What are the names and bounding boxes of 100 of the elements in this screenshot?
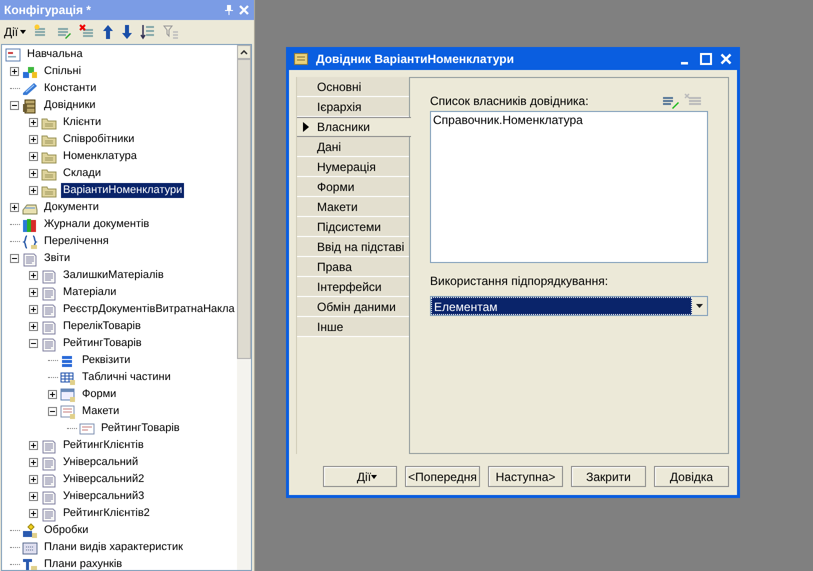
expand-icon[interactable] bbox=[48, 390, 57, 399]
subordination-label: Використання підпорядкування: bbox=[430, 273, 610, 290]
table-icon bbox=[60, 370, 76, 386]
dialog-button[interactable]: Довідка bbox=[654, 466, 729, 487]
dropdown-value: Елементам bbox=[431, 297, 692, 315]
scrollbar[interactable] bbox=[237, 45, 251, 570]
expand-icon[interactable] bbox=[10, 203, 19, 212]
expand-icon[interactable] bbox=[29, 305, 38, 314]
catalog-icon bbox=[294, 52, 308, 64]
delete-icon[interactable] bbox=[79, 24, 96, 40]
expand-icon[interactable] bbox=[29, 441, 38, 450]
tree-item[interactable]: РейтингКлієнтів2 bbox=[61, 506, 152, 521]
collapse-icon[interactable] bbox=[10, 254, 19, 263]
expand-icon[interactable] bbox=[29, 288, 38, 297]
scroll-thumb[interactable] bbox=[237, 59, 251, 359]
collapse-icon[interactable] bbox=[10, 101, 19, 110]
dropdown-button[interactable] bbox=[692, 297, 707, 315]
expand-icon[interactable] bbox=[29, 169, 38, 178]
collapse-icon[interactable] bbox=[48, 407, 57, 416]
tab[interactable]: Інше bbox=[297, 317, 409, 337]
tree-item[interactable]: Плани видів характеристик bbox=[42, 540, 185, 555]
down-arrow-icon[interactable] bbox=[121, 24, 134, 40]
tree-item[interactable]: РейтингКлієнтів bbox=[61, 438, 146, 453]
tree-item[interactable]: Документи bbox=[42, 200, 101, 215]
tree-item[interactable]: РеєстрДокументівВитратнаНакла bbox=[61, 302, 237, 317]
tree-item[interactable]: Перелічення bbox=[42, 234, 111, 249]
owners-list[interactable]: Справочник.Номенклатура bbox=[430, 111, 708, 263]
tab[interactable]: Дані bbox=[297, 137, 409, 157]
expand-icon[interactable] bbox=[10, 67, 19, 76]
expand-icon[interactable] bbox=[29, 492, 38, 501]
sort-icon[interactable] bbox=[140, 24, 156, 40]
expand-icon[interactable] bbox=[29, 509, 38, 518]
tab[interactable]: Інтерфейси bbox=[297, 277, 409, 297]
list-item[interactable]: Справочник.Номенклатура bbox=[433, 113, 705, 128]
tree-item[interactable]: Універсальний2 bbox=[61, 472, 146, 487]
braces-icon bbox=[22, 234, 38, 250]
tab[interactable]: Ієрархія bbox=[297, 97, 409, 117]
tree-item[interactable]: Константи bbox=[42, 81, 98, 96]
up-arrow-icon[interactable] bbox=[102, 24, 114, 40]
tree-item[interactable]: Навчальна bbox=[25, 47, 85, 62]
tree-item[interactable]: ЗалишкиМатеріалів bbox=[61, 268, 166, 283]
caret-icon bbox=[20, 30, 26, 34]
pin-icon[interactable] bbox=[224, 4, 234, 16]
tree-item[interactable]: Обробки bbox=[42, 523, 90, 538]
tab[interactable]: Ввід на підставі bbox=[297, 237, 409, 257]
report-icon bbox=[22, 250, 38, 266]
tree-item[interactable]: Реквізити bbox=[80, 353, 132, 368]
tab[interactable]: Власники bbox=[297, 117, 411, 137]
tree-item[interactable]: РейтингТоварів bbox=[61, 336, 144, 351]
tree-item[interactable]: Клієнти bbox=[61, 115, 104, 130]
template-icon bbox=[79, 420, 95, 436]
tab[interactable]: Форми bbox=[297, 177, 409, 197]
collapse-icon[interactable] bbox=[29, 339, 38, 348]
tab[interactable]: Макети bbox=[297, 197, 409, 217]
tree-item[interactable]: Плани рахунків bbox=[42, 557, 124, 570]
dialog-button[interactable]: Закрити bbox=[571, 466, 646, 487]
expand-icon[interactable] bbox=[29, 458, 38, 467]
owners-label: Список власників довідника: bbox=[430, 93, 590, 110]
subordination-dropdown[interactable]: Елементам bbox=[430, 296, 708, 316]
tree-item[interactable]: Макети bbox=[80, 404, 122, 419]
expand-icon[interactable] bbox=[29, 152, 38, 161]
actions-menu-button[interactable]: Дії bbox=[323, 466, 397, 487]
dialog-title: Довідник ВаріантиНоменклатури bbox=[316, 50, 515, 68]
tab[interactable]: Нумерація bbox=[297, 157, 409, 177]
scroll-up-button[interactable] bbox=[237, 45, 251, 59]
close-icon[interactable] bbox=[720, 52, 732, 64]
caret-icon bbox=[371, 474, 378, 478]
tab[interactable]: Основні bbox=[297, 77, 409, 97]
tree-item[interactable]: РейтингТоварів bbox=[99, 421, 182, 436]
tab[interactable]: Обмін даними bbox=[297, 297, 409, 317]
tree-item[interactable]: Співробітники bbox=[61, 132, 136, 147]
tree-item[interactable]: ВаріантиНоменклатури bbox=[61, 183, 184, 198]
tree-item[interactable]: Матеріали bbox=[61, 285, 118, 300]
expand-icon[interactable] bbox=[29, 271, 38, 280]
tree-item[interactable]: Табличні частини bbox=[80, 370, 173, 385]
tree-item[interactable]: Універсальний bbox=[61, 455, 140, 470]
actions-menu-button[interactable]: Дії bbox=[4, 23, 26, 41]
dialog-button[interactable]: <Попередня bbox=[405, 466, 480, 487]
tree-item[interactable]: Форми bbox=[80, 387, 118, 402]
report-icon bbox=[41, 472, 57, 488]
expand-icon[interactable] bbox=[29, 135, 38, 144]
tree-item[interactable]: Універсальний3 bbox=[61, 489, 146, 504]
dialog-button[interactable]: Наступна> bbox=[488, 466, 563, 487]
tab[interactable]: Права bbox=[297, 257, 409, 277]
tree-item[interactable]: Звіти bbox=[42, 251, 72, 266]
tree-item[interactable]: Склади bbox=[61, 166, 103, 181]
tab[interactable]: Підсистеми bbox=[297, 217, 409, 237]
tree-item[interactable]: Довідники bbox=[42, 98, 98, 113]
tree-item[interactable]: Номенклатура bbox=[61, 149, 139, 164]
report-icon bbox=[41, 302, 57, 318]
report-icon bbox=[41, 506, 57, 522]
tree-item[interactable]: Журнали документів bbox=[42, 217, 152, 232]
maximize-icon[interactable] bbox=[700, 52, 712, 64]
tree-item[interactable]: Спільні bbox=[42, 64, 84, 79]
expand-icon[interactable] bbox=[29, 475, 38, 484]
expand-icon[interactable] bbox=[29, 322, 38, 331]
tree-item[interactable]: ПерелікТоварів bbox=[61, 319, 143, 334]
close-icon[interactable] bbox=[238, 4, 250, 16]
expand-icon[interactable] bbox=[29, 118, 38, 127]
expand-icon[interactable] bbox=[29, 186, 38, 195]
